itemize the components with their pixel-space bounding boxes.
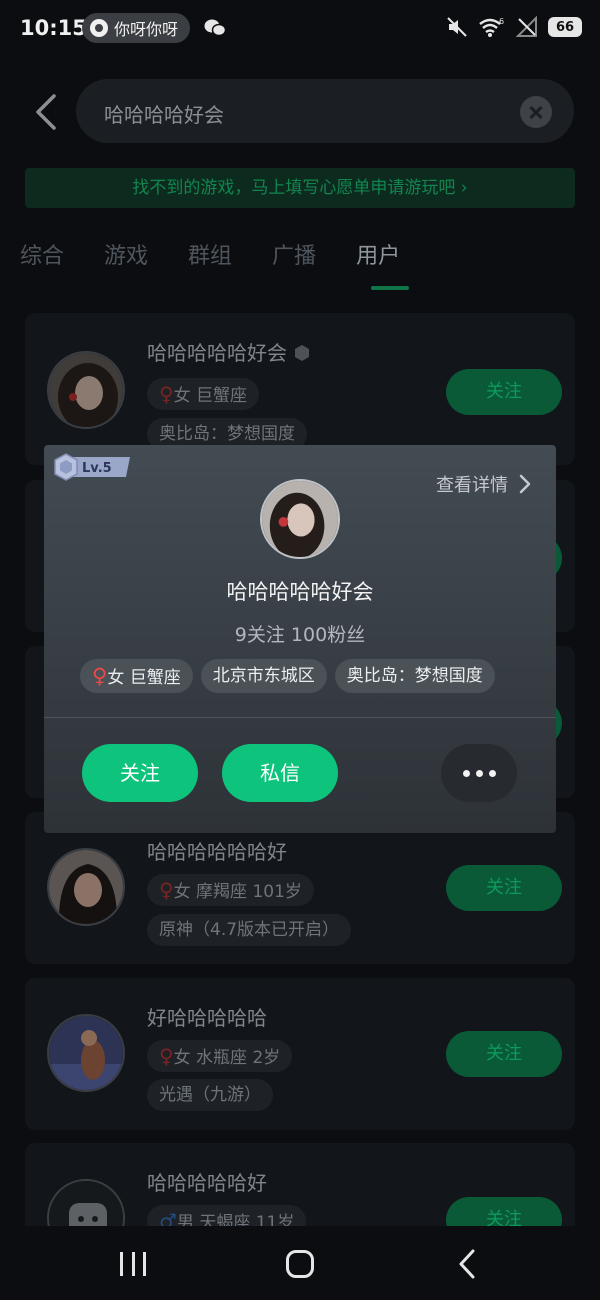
active-tab-indicator: [371, 286, 409, 290]
avatar[interactable]: [47, 848, 125, 926]
user-result-card[interactable]: 好哈哈哈哈哈 ♀女 水瓶座 2岁 光遇（九游） 关注: [25, 978, 575, 1130]
user-profile-popup: Lv.5 查看详情 哈哈哈哈哈好会 9关注 100粉丝 ♀女 巨蟹座 北京市东城…: [44, 445, 556, 833]
game-tag: 光遇（九游）: [147, 1079, 273, 1111]
notification-text: 你呀你呀: [114, 20, 179, 39]
notification-app-icon: [90, 19, 108, 37]
tab-users[interactable]: 用户: [356, 238, 400, 270]
popup-location-tag: 北京市东城区: [200, 659, 327, 693]
popup-follow-button[interactable]: 关注: [82, 744, 198, 802]
popup-user-name: 哈哈哈哈哈好会: [226, 580, 374, 604]
more-dots-icon: [462, 769, 470, 777]
popup-follow-stats: 9关注 100粉丝: [234, 624, 366, 646]
search-query: 哈哈哈哈好会: [104, 103, 224, 127]
mute-icon: [447, 17, 467, 37]
avatar[interactable]: [47, 1014, 125, 1092]
svg-text:6: 6: [499, 17, 504, 26]
divider: [44, 717, 556, 718]
user-name: 哈哈哈哈哈哈好: [147, 840, 287, 864]
tab-broadcast[interactable]: 广播: [272, 238, 316, 270]
wishlist-banner[interactable]: 找不到的游戏，马上填写心愿单申请游玩吧 ›: [25, 168, 575, 208]
follow-button[interactable]: 关注: [446, 369, 562, 415]
female-icon: ♀: [159, 382, 174, 406]
follow-button[interactable]: 关注: [446, 1031, 562, 1077]
avatar[interactable]: [47, 351, 125, 429]
svg-text:Lv.5: Lv.5: [82, 461, 112, 476]
status-time: 10:15: [20, 16, 87, 40]
female-icon: ♀: [159, 1044, 174, 1068]
system-icons: 6 66: [446, 16, 582, 38]
gender-tag: ♀女 摩羯座 101岁: [147, 874, 314, 906]
home-icon[interactable]: [286, 1250, 314, 1278]
clear-icon[interactable]: [520, 96, 552, 128]
popup-avatar[interactable]: [260, 479, 340, 559]
verified-badge-icon: [295, 345, 310, 361]
more-options-button[interactable]: [441, 744, 517, 802]
follow-button[interactable]: 关注: [446, 865, 562, 911]
tab-games[interactable]: 游戏: [104, 238, 148, 270]
view-details-link[interactable]: 查看详情: [436, 471, 532, 497]
tab-general[interactable]: 综合: [20, 238, 64, 270]
chevron-right-icon: [519, 474, 531, 494]
system-nav-bar: [0, 1226, 600, 1300]
wifi-icon: 6: [479, 17, 504, 37]
recent-apps-icon[interactable]: [120, 1252, 146, 1276]
notification-pill[interactable]: 你呀你呀: [82, 13, 191, 43]
female-icon: ♀: [159, 878, 174, 902]
popup-game-tag: 奥比岛：梦想国度: [334, 659, 495, 693]
tab-groups[interactable]: 群组: [188, 238, 232, 270]
level-badge: Lv.5: [54, 453, 130, 481]
female-icon: ♀: [92, 664, 108, 688]
user-result-card[interactable]: 哈哈哈哈哈哈好 ♀女 摩羯座 101岁 原神（4.7版本已开启） 关注: [25, 812, 575, 964]
user-name: 哈哈哈哈哈好会: [147, 337, 311, 366]
back-arrow-icon[interactable]: [30, 92, 64, 132]
user-name: 好哈哈哈哈哈: [147, 1006, 267, 1030]
game-tag: 原神（4.7版本已开启）: [147, 914, 352, 946]
nav-back-icon[interactable]: [456, 1248, 478, 1280]
signal-icon: [516, 16, 537, 37]
view-details-label: 查看详情: [436, 475, 508, 496]
status-bar: 10:15 你呀你呀 6 66: [0, 0, 600, 58]
gender-tag: ♀女 巨蟹座: [147, 378, 260, 410]
popup-message-button[interactable]: 私信: [222, 744, 338, 802]
wechat-icon: [204, 19, 226, 37]
gender-tag: ♀女 水瓶座 2岁: [147, 1040, 293, 1072]
user-name: 哈哈哈哈哈好: [147, 1171, 267, 1195]
search-input[interactable]: 哈哈哈哈好会: [76, 79, 574, 143]
popup-gender-tag: ♀女 巨蟹座: [80, 659, 193, 693]
popup-tags: ♀女 巨蟹座 北京市东城区 奥比岛：梦想国度: [80, 659, 495, 693]
user-result-card[interactable]: 哈哈哈哈哈好会 ♀女 巨蟹座 奥比岛：梦想国度 关注: [25, 313, 575, 465]
battery-icon: 66: [548, 17, 582, 37]
tab-bar: 综合 游戏 群组 广播 用户: [20, 238, 400, 270]
